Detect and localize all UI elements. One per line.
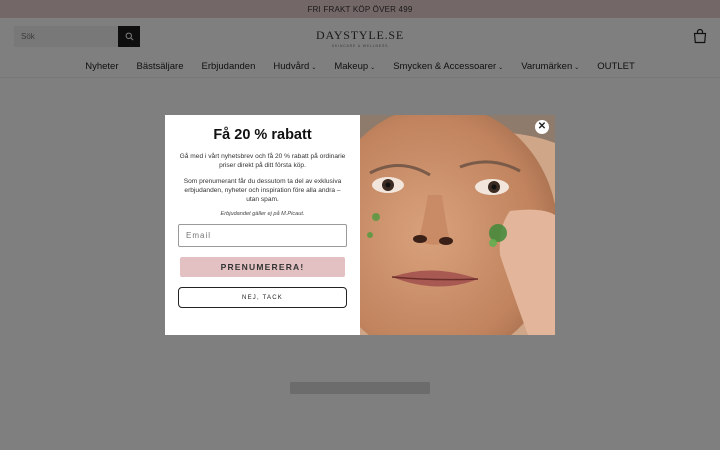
popup-text-offer: Gå med i vårt nyhetsbrev och få 20 % rab… (179, 153, 346, 169)
popup-form-panel: Få 20 % rabatt Gå med i vårt nyhetsbrev … (165, 115, 360, 335)
close-button[interactable]: ✕ (535, 120, 549, 134)
subscribe-button[interactable]: PRENUMERERA! (180, 257, 345, 277)
popup-image-panel: ✕ (322, 115, 555, 335)
newsletter-popup: Få 20 % rabatt Gå med i vårt nyhetsbrev … (165, 115, 555, 335)
decline-button[interactable]: NEJ, TACK (178, 287, 347, 308)
email-field[interactable] (178, 224, 347, 247)
popup-title: Få 20 % rabatt (213, 127, 312, 143)
close-icon: ✕ (537, 121, 547, 132)
popup-photo (322, 115, 555, 335)
popup-disclaimer: Erbjudandet gäller ej på M.Picaut. (220, 211, 305, 217)
popup-text-benefits: Som prenumerant får du dessutom ta del a… (183, 178, 342, 203)
